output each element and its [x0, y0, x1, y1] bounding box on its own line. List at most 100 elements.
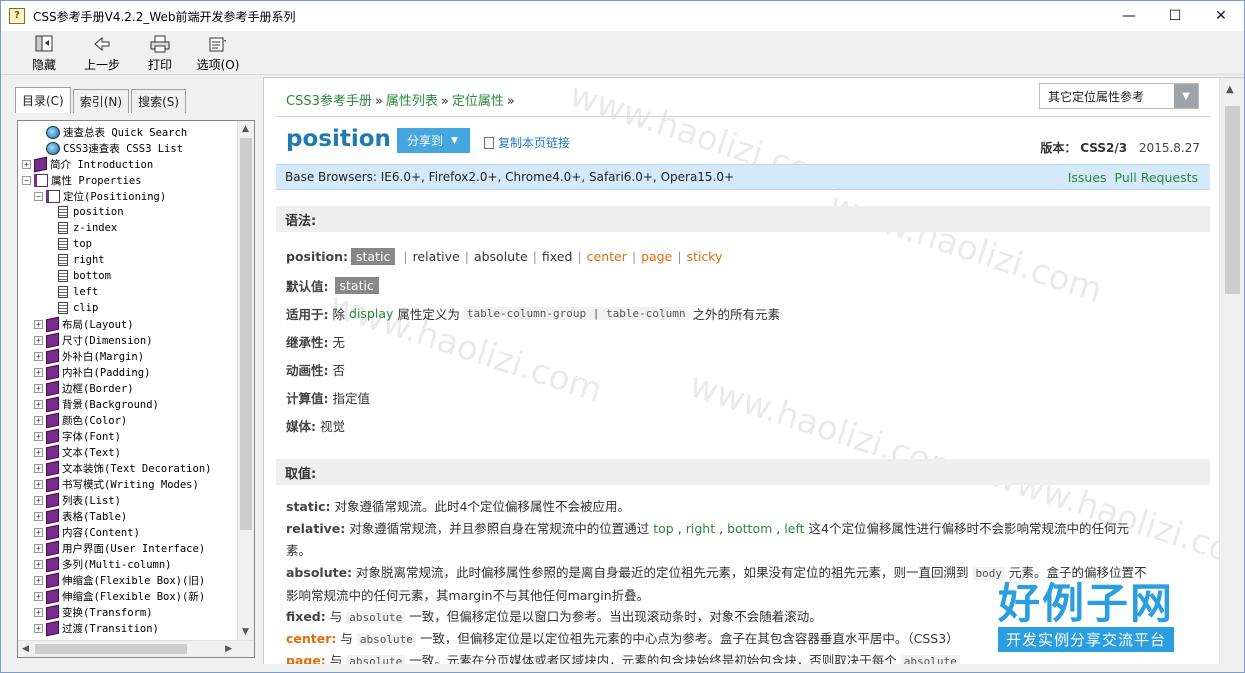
expand-icon[interactable]: +	[34, 527, 43, 537]
tree-item[interactable]: left	[22, 284, 238, 300]
value-sticky[interactable]: sticky	[687, 249, 723, 264]
tree-item[interactable]: + 简介 Introduction	[22, 156, 238, 172]
tree-item[interactable]: + 列表(List)	[22, 492, 238, 508]
pull-requests-link[interactable]: Pull Requests	[1115, 170, 1198, 185]
expand-icon[interactable]: +	[22, 159, 31, 169]
expand-icon[interactable]: +	[34, 319, 43, 329]
expand-icon[interactable]: +	[34, 575, 43, 585]
tree-item[interactable]: + 表格(Table)	[22, 508, 238, 524]
tree-item[interactable]: + 内容(Content)	[22, 524, 238, 540]
related-properties-select[interactable]: 其它定位属性参考 ▼	[1039, 83, 1199, 109]
close-button[interactable]: ✕	[1198, 1, 1244, 31]
expand-icon[interactable]: +	[34, 511, 43, 521]
tree-vertical-scrollbar[interactable]: ▲ ▼	[237, 121, 254, 640]
expand-icon[interactable]: +	[34, 399, 43, 409]
tree-item[interactable]: + 多列(Multi-column)	[22, 556, 238, 572]
issues-link[interactable]: Issues	[1068, 170, 1107, 185]
expand-icon[interactable]: +	[34, 495, 43, 505]
scroll-up-icon[interactable]: ▲	[1226, 84, 1234, 95]
tree-item[interactable]: + 背景(Background)	[22, 396, 238, 412]
app-window: ? CSS参考手册V4.2.2_Web前端开发参考手册系列 — ☐ ✕ 隐藏 上…	[0, 0, 1245, 673]
hide-button[interactable]: 隐藏	[15, 31, 73, 75]
scroll-up-icon[interactable]: ▲	[242, 124, 249, 134]
minimize-button[interactable]: —	[1106, 1, 1152, 31]
tree-item[interactable]: bottom	[22, 268, 238, 284]
bottom-link[interactable]: bottom	[727, 521, 772, 536]
value-center[interactable]: center	[587, 249, 627, 264]
expand-icon[interactable]: +	[34, 351, 43, 361]
expand-icon[interactable]: +	[34, 543, 43, 553]
expand-icon[interactable]: +	[34, 479, 43, 489]
copy-link[interactable]: 复制本页链接	[484, 134, 570, 151]
tree-item[interactable]: + 边框(Border)	[22, 380, 238, 396]
computed-value: 指定值	[332, 391, 371, 406]
tree-item[interactable]: 速查总表 Quick Search	[22, 124, 238, 140]
left-link[interactable]: left	[784, 521, 804, 536]
tree-item[interactable]: + 布局(Layout)	[22, 316, 238, 332]
expand-icon[interactable]: +	[34, 431, 43, 441]
tree-item[interactable]: − 定位(Positioning)	[22, 188, 238, 204]
tree-item[interactable]: + 外补白(Margin)	[22, 348, 238, 364]
tree-item[interactable]: + 伸缩盒(Flexible Box)(新)	[22, 588, 238, 604]
breadcrumb-link[interactable]: 定位属性	[452, 94, 504, 109]
tree-item[interactable]: + 文本装饰(Text Decoration)	[22, 460, 238, 476]
tree-item[interactable]: CSS3速查表 CSS3 List	[22, 140, 238, 156]
expand-icon[interactable]: +	[34, 559, 43, 569]
expand-icon[interactable]: +	[34, 335, 43, 345]
tree-item[interactable]: top	[22, 236, 238, 252]
tree-item[interactable]: − 属性 Properties	[22, 172, 238, 188]
tree-item[interactable]: right	[22, 252, 238, 268]
maximize-button[interactable]: ☐	[1152, 1, 1198, 31]
tree-item[interactable]: + 颜色(Color)	[22, 412, 238, 428]
tree-horizontal-scrollbar[interactable]: ◀ ▶	[18, 640, 254, 657]
tab-search[interactable]: 搜索(S)	[131, 89, 187, 113]
expand-icon[interactable]: +	[34, 415, 43, 425]
scroll-left-icon[interactable]: ◀	[22, 644, 29, 654]
value-static[interactable]: static	[351, 248, 396, 265]
scroll-right-icon[interactable]: ▶	[225, 644, 232, 654]
breadcrumb-link[interactable]: 属性列表	[386, 94, 438, 109]
tab-contents[interactable]: 目录(C)	[15, 87, 71, 113]
tree-scroll-thumb[interactable]	[240, 138, 252, 530]
expand-icon[interactable]: +	[34, 607, 43, 617]
expand-icon[interactable]: +	[34, 447, 43, 457]
options-button[interactable]: 选项(O)	[189, 31, 247, 75]
caret-down-icon: ▼	[451, 135, 458, 146]
relative-desc-3: 素。	[286, 543, 312, 558]
content-vertical-scrollbar[interactable]: ▲	[1219, 78, 1244, 665]
collapse-icon[interactable]: −	[34, 191, 43, 201]
tree-hscroll-thumb[interactable]	[35, 644, 187, 654]
back-button[interactable]: 上一步	[73, 31, 131, 75]
tree-item[interactable]: + 过渡(Transition)	[22, 620, 238, 636]
tree-item[interactable]: + 字体(Font)	[22, 428, 238, 444]
breadcrumb-link[interactable]: CSS3参考手册	[286, 94, 372, 109]
tree-item[interactable]: + 书写模式(Writing Modes)	[22, 476, 238, 492]
expand-icon[interactable]: +	[34, 623, 43, 633]
collapse-icon[interactable]: −	[22, 175, 31, 185]
content-scroll-thumb[interactable]	[1225, 106, 1240, 294]
expand-icon[interactable]: +	[34, 367, 43, 377]
value-fixed[interactable]: fixed	[542, 249, 573, 264]
print-button[interactable]: 打印	[131, 31, 189, 75]
value-absolute[interactable]: absolute	[474, 249, 528, 264]
tree-item[interactable]: + 变换(Transform)	[22, 604, 238, 620]
tree-item[interactable]: position	[22, 204, 238, 220]
tab-index[interactable]: 索引(N)	[72, 89, 130, 113]
tree-item[interactable]: + 尺寸(Dimension)	[22, 332, 238, 348]
top-link[interactable]: top	[653, 521, 673, 536]
value-relative[interactable]: relative	[413, 249, 460, 264]
tree-item[interactable]: + 用户界面(User Interface)	[22, 540, 238, 556]
display-link[interactable]: display	[349, 306, 393, 321]
expand-icon[interactable]: +	[34, 591, 43, 601]
expand-icon[interactable]: +	[34, 463, 43, 473]
value-page[interactable]: page	[641, 249, 672, 264]
scroll-down-icon[interactable]: ▼	[242, 627, 249, 637]
share-button[interactable]: 分享到 ▼	[397, 128, 470, 153]
tree-item[interactable]: clip	[22, 300, 238, 316]
tree-item[interactable]: z-index	[22, 220, 238, 236]
expand-icon[interactable]: +	[34, 383, 43, 393]
right-link[interactable]: right	[686, 521, 715, 536]
tree-item[interactable]: + 伸缩盒(Flexible Box)(旧)	[22, 572, 238, 588]
tree-item[interactable]: + 文本(Text)	[22, 444, 238, 460]
tree-item[interactable]: + 内补白(Padding)	[22, 364, 238, 380]
